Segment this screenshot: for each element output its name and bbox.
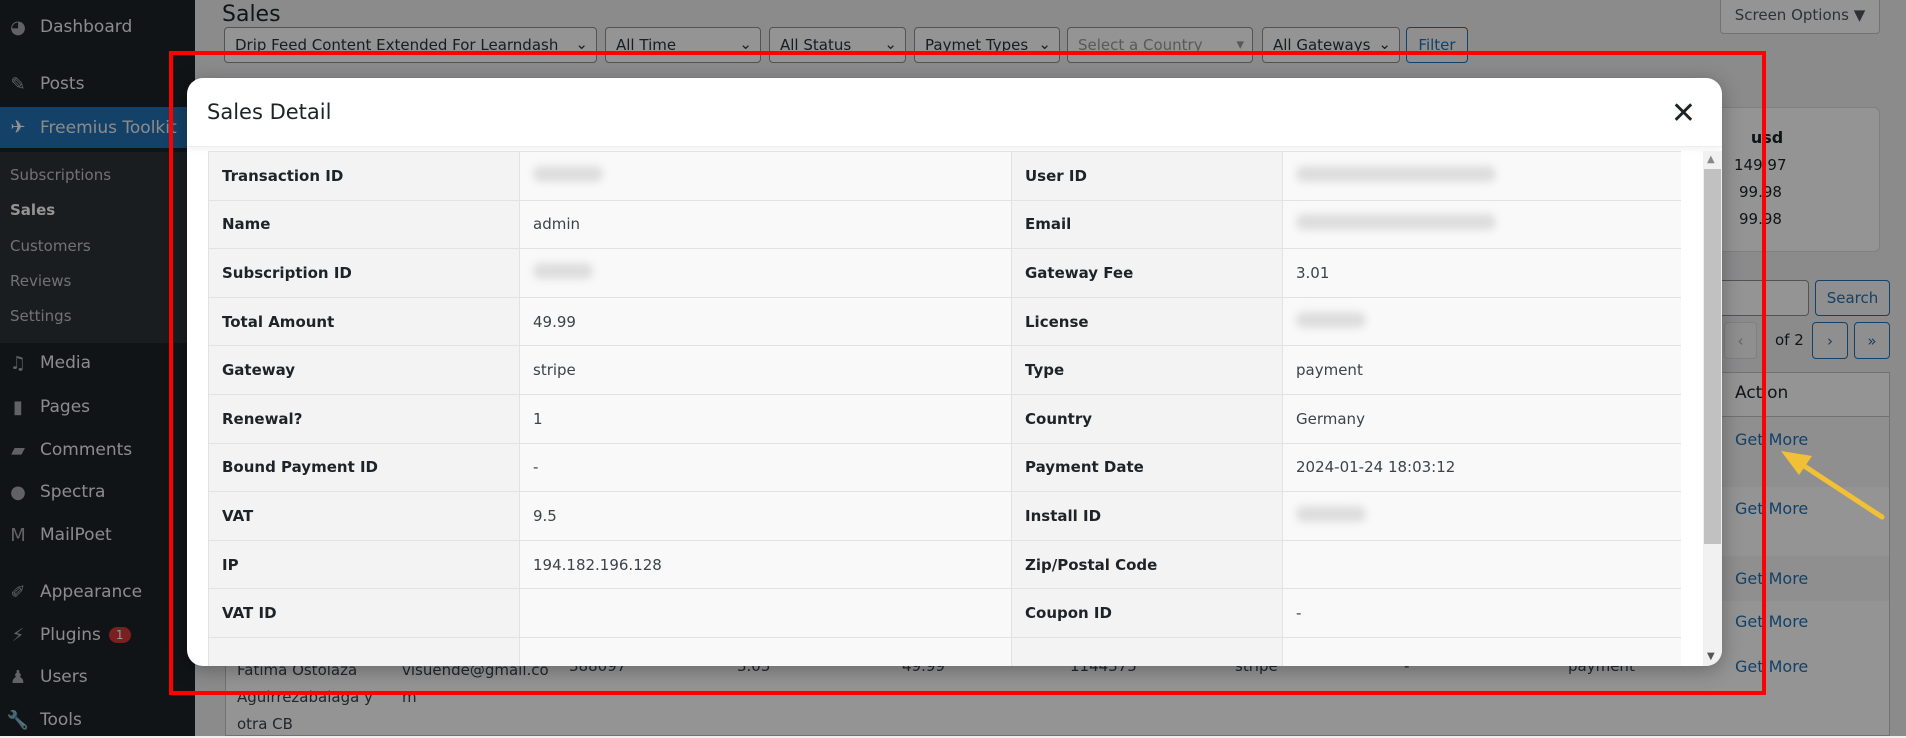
arrow-head-icon	[1781, 451, 1812, 475]
arrow-shaft	[1792, 457, 1885, 520]
annotation-arrow	[1781, 451, 1885, 520]
